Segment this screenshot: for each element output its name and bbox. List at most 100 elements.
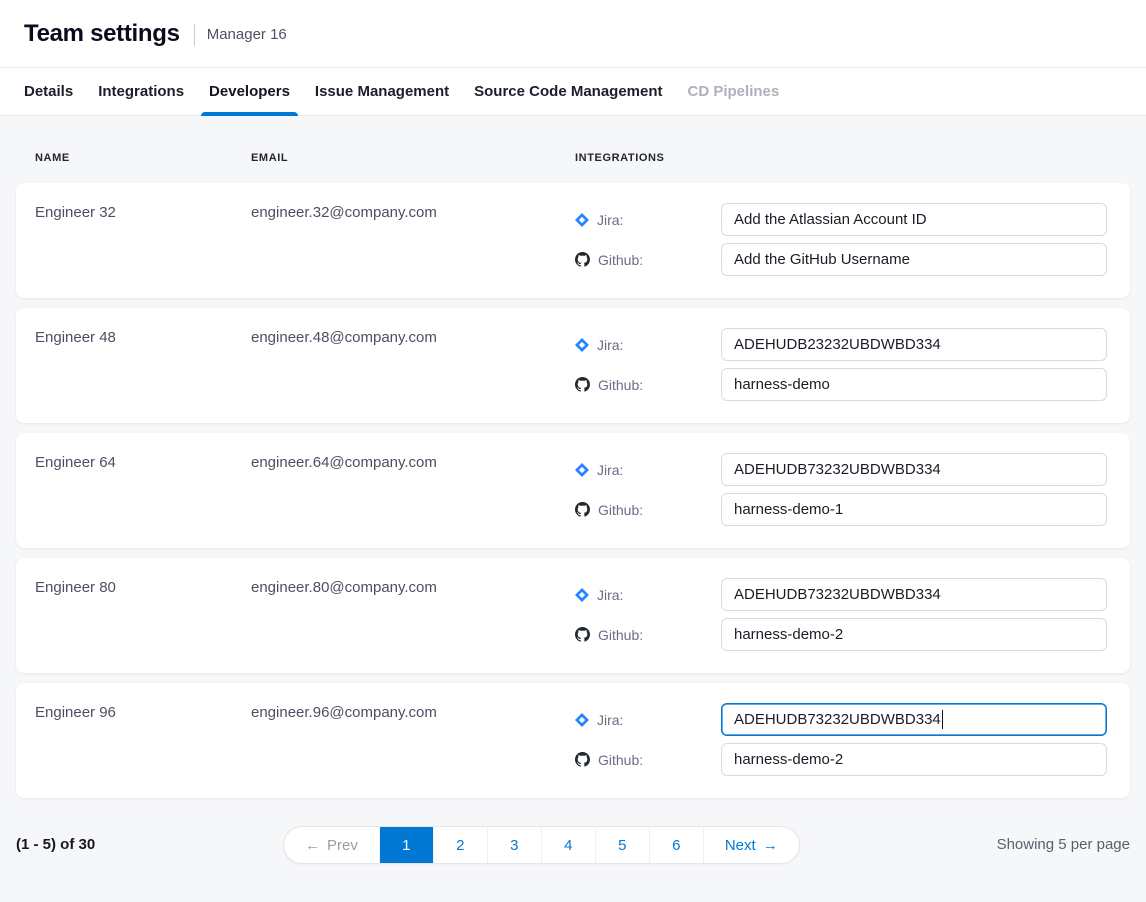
github-label-text: Github: <box>598 627 643 643</box>
developer-email: engineer.48@company.com <box>251 330 575 403</box>
tab-label: Source Code Management <box>474 83 662 100</box>
github-field-label: Github: <box>575 502 721 518</box>
prev-page-button[interactable]: ← Prev <box>284 827 379 863</box>
github-integration-line: Github: harness-demo-2 <box>575 618 1107 651</box>
jira-account-id-input[interactable]: ADEHUDB23232UBDWBD334 <box>721 328 1107 361</box>
developer-list: Engineer 32 engineer.32@company.com Jira… <box>16 183 1130 798</box>
github-username-input[interactable]: harness-demo <box>721 368 1107 401</box>
page-title: Team settings <box>24 20 180 48</box>
developer-name: Engineer 32 <box>35 205 251 278</box>
developer-row: Engineer 96 engineer.96@company.com Jira… <box>16 683 1130 798</box>
jira-field-label: Jira: <box>575 462 721 478</box>
next-page-button[interactable]: Next → <box>703 827 799 863</box>
jira-account-id-input[interactable]: Add the Atlassian Account ID <box>721 203 1107 236</box>
developer-name: Engineer 48 <box>35 330 251 403</box>
developer-row: Engineer 64 engineer.64@company.com Jira… <box>16 433 1130 548</box>
tab-label: Developers <box>209 83 290 100</box>
jira-icon <box>575 463 589 477</box>
github-icon <box>575 502 590 517</box>
tab-source-code-management[interactable]: Source Code Management <box>466 68 670 115</box>
tab-label: CD Pipelines <box>688 83 780 100</box>
next-label: Next <box>725 837 756 854</box>
github-username-input[interactable]: harness-demo-2 <box>721 618 1107 651</box>
pagination-bar: (1 - 5) of 30 ← Prev 1 2 3 4 5 6 Next → … <box>16 826 1130 864</box>
developer-row: Engineer 32 engineer.32@company.com Jira… <box>16 183 1130 298</box>
left-arrow-icon: ← <box>305 837 320 854</box>
jira-label-text: Jira: <box>597 587 623 603</box>
developer-row: Engineer 48 engineer.48@company.com Jira… <box>16 308 1130 423</box>
developer-email: engineer.32@company.com <box>251 205 575 278</box>
jira-icon <box>575 213 589 227</box>
tab-developers[interactable]: Developers <box>201 68 298 115</box>
jira-field-label: Jira: <box>575 712 721 728</box>
github-icon <box>575 627 590 642</box>
jira-icon <box>575 588 589 602</box>
page-button-1[interactable]: 1 <box>379 827 433 863</box>
github-field-label: Github: <box>575 627 721 643</box>
github-label-text: Github: <box>598 502 643 518</box>
jira-account-id-input[interactable]: ADEHUDB73232UBDWBD334 <box>721 578 1107 611</box>
jira-icon <box>575 713 589 727</box>
github-username-input[interactable]: harness-demo-2 <box>721 743 1107 776</box>
tab-bar: Details Integrations Developers Issue Ma… <box>0 68 1146 116</box>
jira-input-text: ADEHUDB23232UBDWBD334 <box>734 336 941 353</box>
developer-name: Engineer 64 <box>35 455 251 528</box>
pager: ← Prev 1 2 3 4 5 6 Next → <box>283 826 800 864</box>
column-header-email: EMAIL <box>251 152 575 164</box>
right-arrow-icon: → <box>763 837 778 854</box>
github-label-text: Github: <box>598 252 643 268</box>
developer-email: engineer.64@company.com <box>251 455 575 528</box>
tab-issue-management[interactable]: Issue Management <box>307 68 457 115</box>
github-input-text: harness-demo-1 <box>734 501 843 518</box>
github-integration-line: Github: Add the GitHub Username <box>575 243 1107 276</box>
jira-account-id-input[interactable]: ADEHUDB73232UBDWBD334 <box>721 703 1107 736</box>
jira-label-text: Jira: <box>597 712 623 728</box>
github-integration-line: Github: harness-demo <box>575 368 1107 401</box>
pagination-range-text: (1 - 5) of 30 <box>16 836 95 853</box>
page-button-3[interactable]: 3 <box>487 827 541 863</box>
integrations-cell: Jira: Add the Atlassian Account ID Githu <box>575 203 1107 278</box>
tab-details[interactable]: Details <box>16 68 81 115</box>
page-header: Team settings Manager 16 <box>0 0 1146 68</box>
page-number-group: 1 2 3 4 5 6 <box>379 827 703 863</box>
github-label-text: Github: <box>598 377 643 393</box>
github-field-label: Github: <box>575 377 721 393</box>
github-field-label: Github: <box>575 752 721 768</box>
jira-integration-line: Jira: ADEHUDB23232UBDWBD334 <box>575 328 1107 361</box>
github-field-label: Github: <box>575 252 721 268</box>
page-button-5[interactable]: 5 <box>595 827 649 863</box>
github-input-text: harness-demo-2 <box>734 751 843 768</box>
integrations-cell: Jira: ADEHUDB23232UBDWBD334 Github: <box>575 328 1107 403</box>
jira-account-id-input[interactable]: ADEHUDB73232UBDWBD334 <box>721 453 1107 486</box>
jira-label-text: Jira: <box>597 337 623 353</box>
jira-integration-line: Jira: ADEHUDB73232UBDWBD334 <box>575 703 1107 736</box>
github-icon <box>575 252 590 267</box>
jira-field-label: Jira: <box>575 212 721 228</box>
developers-panel: NAME EMAIL INTEGRATIONS Engineer 32 engi… <box>0 116 1146 864</box>
github-username-input[interactable]: Add the GitHub Username <box>721 243 1107 276</box>
github-label-text: Github: <box>598 752 643 768</box>
github-input-text: Add the GitHub Username <box>734 251 910 268</box>
jira-field-label: Jira: <box>575 337 721 353</box>
developer-email: engineer.96@company.com <box>251 705 575 778</box>
tab-cd-pipelines[interactable]: CD Pipelines <box>680 68 788 115</box>
page-button-6[interactable]: 6 <box>649 827 703 863</box>
github-icon <box>575 752 590 767</box>
tab-label: Issue Management <box>315 83 449 100</box>
column-header-integrations: INTEGRATIONS <box>575 152 1130 164</box>
developer-email: engineer.80@company.com <box>251 580 575 653</box>
page-subtitle: Manager 16 <box>207 26 287 43</box>
jira-integration-line: Jira: Add the Atlassian Account ID <box>575 203 1107 236</box>
jira-label-text: Jira: <box>597 212 623 228</box>
tab-integrations[interactable]: Integrations <box>90 68 192 115</box>
page-button-2[interactable]: 2 <box>433 827 487 863</box>
table-header-row: NAME EMAIL INTEGRATIONS <box>16 116 1130 183</box>
jira-input-text: Add the Atlassian Account ID <box>734 211 927 228</box>
tab-label: Details <box>24 83 73 100</box>
page-button-4[interactable]: 4 <box>541 827 595 863</box>
integrations-cell: Jira: ADEHUDB73232UBDWBD334 Github: <box>575 453 1107 528</box>
integrations-cell: Jira: ADEHUDB73232UBDWBD334 Github: <box>575 578 1107 653</box>
github-integration-line: Github: harness-demo-1 <box>575 493 1107 526</box>
per-page-text: Showing 5 per page <box>997 836 1130 853</box>
github-username-input[interactable]: harness-demo-1 <box>721 493 1107 526</box>
